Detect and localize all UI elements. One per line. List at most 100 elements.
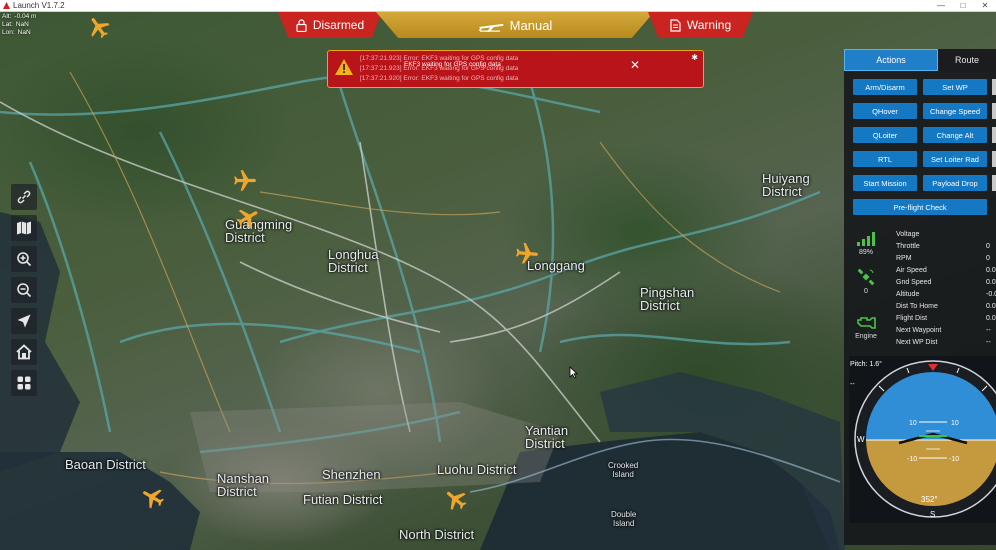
status-value: 0.0 (986, 315, 996, 322)
set-loiter-rad-button[interactable]: Set Loiter Rad (923, 151, 987, 167)
compass-south-label: S (930, 510, 935, 519)
arm-state-banner[interactable]: Disarmed (278, 12, 382, 38)
set-wp-button[interactable]: Set WP (923, 79, 987, 95)
tab-route[interactable]: Route (938, 49, 996, 71)
flight-mode-banner[interactable]: Manual (376, 12, 654, 38)
status-value: 0.0 (986, 303, 996, 310)
close-window-icon[interactable]: ✕ (974, 0, 996, 12)
status-row-throttle: Throttle 0 (896, 243, 996, 250)
change-alt-button[interactable]: Change Alt (923, 127, 987, 143)
minimize-icon[interactable]: — (930, 0, 952, 12)
aircraft-icon[interactable] (235, 205, 261, 231)
status-label: Altitude (896, 291, 920, 298)
map-icon (17, 221, 31, 235)
button-overflow (992, 151, 996, 167)
signal-percent: 89% (858, 249, 873, 256)
airplane-icon (478, 18, 504, 32)
attitude-indicator: 10 10 -10 -10 W 352° S (849, 356, 996, 523)
pitch-tick-up-right: 10 (951, 420, 959, 427)
map-label-nanshan: Nanshan District (217, 471, 270, 499)
pitch-tick-down-left: -10 (907, 456, 917, 463)
status-value: 0.0 (986, 279, 996, 286)
preflight-check-button[interactable]: Pre-flight Check (853, 199, 987, 215)
heading-readout: 352° (921, 495, 938, 504)
qloiter-button[interactable]: QLoiter (853, 127, 917, 143)
bug-icon[interactable]: ✱ (691, 53, 698, 62)
alt-value: -0.04 m (14, 13, 37, 20)
status-label: RPM (896, 255, 912, 262)
status-row-next-waypoint: Next Waypoint -- (896, 327, 996, 334)
map-label-double-island: Double Island (611, 510, 637, 528)
compass-west-label: W (857, 435, 865, 444)
close-icon[interactable]: ✕ (629, 59, 641, 71)
map-label-baoan: Baoan District (65, 457, 146, 472)
warning-triangle-icon (335, 59, 353, 75)
tab-actions[interactable]: Actions (844, 49, 938, 71)
change-speed-button[interactable]: Change Speed (923, 103, 987, 119)
map-layers-button[interactable] (11, 215, 37, 241)
maximize-icon[interactable]: □ (952, 0, 974, 12)
aircraft-icon[interactable] (514, 241, 540, 267)
status-row-gnd-speed: Gnd Speed 0.0 (896, 279, 996, 286)
app-icon (3, 2, 10, 9)
button-overflow (992, 127, 996, 143)
error-log-lines: [17:37:21.923] Error: EKF3 waiting for G… (360, 54, 518, 84)
lat-label: Lat: (2, 21, 13, 28)
lock-icon (296, 18, 307, 32)
signal-indicator: 89% (854, 231, 878, 256)
aircraft-icon[interactable] (86, 14, 112, 40)
aircraft-icon[interactable] (140, 484, 166, 510)
lon-value: NaN (17, 29, 31, 36)
status-value: 0 (986, 255, 990, 262)
zoom-in-icon (17, 252, 32, 267)
warning-doc-icon (670, 18, 681, 32)
navigate-button[interactable] (11, 308, 37, 334)
warning-banner[interactable]: Warning (648, 12, 753, 38)
arm-disarm-button[interactable]: Arm/Disarm (853, 79, 917, 95)
zoom-in-button[interactable] (11, 246, 37, 272)
status-value: 0.0 (986, 267, 996, 274)
satellite-indicator: 0 (854, 268, 878, 295)
error-message: EKF3 waiting for GPS config data (404, 61, 501, 68)
alt-label: Alt: (2, 13, 12, 20)
status-label: Flight Dist (896, 315, 928, 322)
link-button[interactable] (11, 184, 37, 210)
home-button[interactable] (11, 339, 37, 365)
rtl-button[interactable]: RTL (853, 151, 917, 167)
home-icon (16, 344, 32, 360)
map-toolbar (11, 184, 37, 401)
map-label-pingshan: Pingshan District (640, 285, 695, 313)
error-log-line: [17:37:21.920] Error: EKF3 waiting for G… (360, 75, 519, 82)
status-label: Air Speed (896, 267, 927, 274)
lon-label: Lon: (2, 29, 15, 36)
pitch-readout: Pitch: 1.6° (850, 361, 882, 368)
aircraft-icon[interactable] (232, 168, 258, 194)
status-value: 0 (986, 243, 990, 250)
apps-button[interactable] (11, 370, 37, 396)
status-value (986, 231, 996, 238)
map-label-huiyang: Huiyang District (762, 171, 810, 199)
map-label-north-district: North District (399, 527, 475, 542)
actions-grid: Arm/Disarm Set WP QHover Change Speed QL… (844, 71, 996, 219)
arm-state-label: Disarmed (312, 18, 365, 32)
button-overflow (992, 103, 996, 119)
payload-drop-button[interactable]: Payload Drop (923, 175, 987, 191)
button-overflow (992, 175, 996, 191)
aircraft-icon[interactable] (443, 486, 469, 512)
qhover-button[interactable]: QHover (853, 103, 917, 119)
status-label: Gnd Speed (896, 279, 932, 286)
status-value: -- (986, 327, 991, 334)
status-row-rpm: RPM 0 (896, 255, 996, 262)
lat-value: NaN (15, 21, 29, 28)
zoom-out-button[interactable] (11, 277, 37, 303)
start-mission-button[interactable]: Start Mission (853, 175, 917, 191)
zoom-out-icon (17, 283, 32, 298)
status-label: Throttle (896, 243, 920, 250)
pitch-secondary-readout: -- (850, 381, 855, 388)
position-readout: Alt: -0.04 m Lat: NaN Lon: NaN (2, 13, 36, 37)
status-value: -0.0 (986, 291, 996, 298)
signal-icon (857, 232, 875, 246)
warning-label: Warning (686, 18, 732, 32)
panel-tabs: Actions Route (844, 49, 996, 71)
map-label-futian: Futian District (303, 492, 383, 507)
